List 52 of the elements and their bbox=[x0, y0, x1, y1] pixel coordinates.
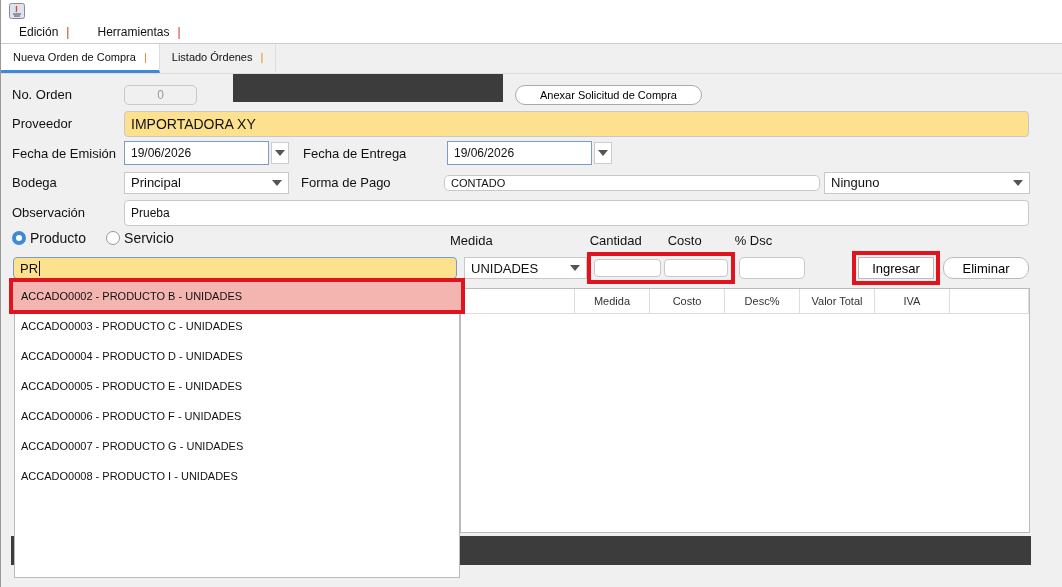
caret-icon bbox=[598, 150, 608, 156]
measure-dropdown[interactable]: UNIDADES bbox=[464, 257, 587, 279]
date-field[interactable]: 19/06/2026 bbox=[447, 141, 592, 165]
column-header: Costo bbox=[650, 289, 725, 313]
menu-item[interactable]: Herramientas | bbox=[97, 25, 181, 39]
payment-field[interactable]: CONTADO bbox=[444, 174, 820, 191]
field-label: Observación bbox=[12, 205, 86, 220]
tab[interactable]: Nueva Orden de Compra | bbox=[1, 44, 160, 73]
column-header: IVA bbox=[875, 289, 950, 313]
attach-request-button[interactable]: Anexar Solicitud de Compra bbox=[515, 84, 702, 105]
suggestion-item[interactable]: ACCADO0007 - PRODUCTO G - UNIDADES bbox=[12, 431, 462, 461]
column-header: Desc% bbox=[725, 289, 800, 313]
field-label: Proveedor bbox=[12, 116, 73, 131]
field-label: Bodega bbox=[12, 175, 58, 190]
suggestion-item[interactable]: ACCADO0003 - PRODUCTO C - UNIDADES bbox=[12, 311, 462, 341]
column-label: Costo bbox=[667, 233, 702, 248]
field-label: No. Orden bbox=[12, 87, 73, 102]
suggestion-item[interactable]: ACCADO0006 - PRODUCTO F - UNIDADES bbox=[12, 401, 462, 431]
caret-icon bbox=[1013, 179, 1023, 186]
action-button[interactable]: Eliminar bbox=[943, 257, 1029, 279]
suggestion-item[interactable]: ACCADO0008 - PRODUCTO I - UNIDADES bbox=[12, 461, 462, 491]
column-label: % Dsc bbox=[734, 233, 773, 248]
radio-option[interactable]: Servicio bbox=[106, 230, 174, 246]
caret-icon bbox=[272, 179, 282, 186]
product-search-field[interactable]: PR bbox=[13, 257, 457, 279]
column-header: Valor Total bbox=[800, 289, 875, 313]
amount-field[interactable] bbox=[664, 259, 728, 277]
column-label: Cantidad bbox=[589, 233, 642, 248]
date-field[interactable]: 19/06/2026 bbox=[124, 141, 269, 165]
date-dropdown-button[interactable] bbox=[594, 142, 612, 164]
field-label: Forma de Pago bbox=[301, 175, 392, 190]
column-header: Medida bbox=[575, 289, 650, 313]
action-button[interactable]: Ingresar bbox=[852, 251, 940, 285]
suggestion-item[interactable]: ACCADO0002 - PRODUCTO B - UNIDADES bbox=[12, 281, 462, 311]
observation-field[interactable]: Prueba bbox=[124, 199, 1029, 226]
menu-item[interactable]: Edición | bbox=[19, 25, 70, 39]
caret-icon bbox=[275, 150, 285, 156]
amount-field[interactable] bbox=[594, 259, 661, 277]
suggestion-item[interactable]: ACCADO0004 - PRODUCTO D - UNIDADES bbox=[12, 341, 462, 371]
suggestion-item[interactable]: ACCADO0005 - PRODUCTO E - UNIDADES bbox=[12, 371, 462, 401]
supplier-field[interactable]: IMPORTADORA XY bbox=[124, 110, 1029, 137]
field-label: Fecha de Emisión bbox=[12, 145, 118, 161]
tab[interactable]: Listado Órdenes | bbox=[159, 44, 277, 73]
app-icon bbox=[9, 2, 25, 19]
field-label: Fecha de Entrega bbox=[303, 145, 408, 161]
warehouse-dropdown[interactable]: Principal bbox=[124, 171, 289, 194]
radio-option[interactable]: Producto bbox=[12, 230, 87, 246]
caret-icon bbox=[570, 265, 580, 271]
payment-option-dropdown[interactable]: Ninguno bbox=[824, 171, 1030, 194]
date-dropdown-button[interactable] bbox=[271, 142, 289, 164]
column-label: Medida bbox=[450, 233, 493, 248]
discount-field[interactable] bbox=[739, 257, 805, 279]
